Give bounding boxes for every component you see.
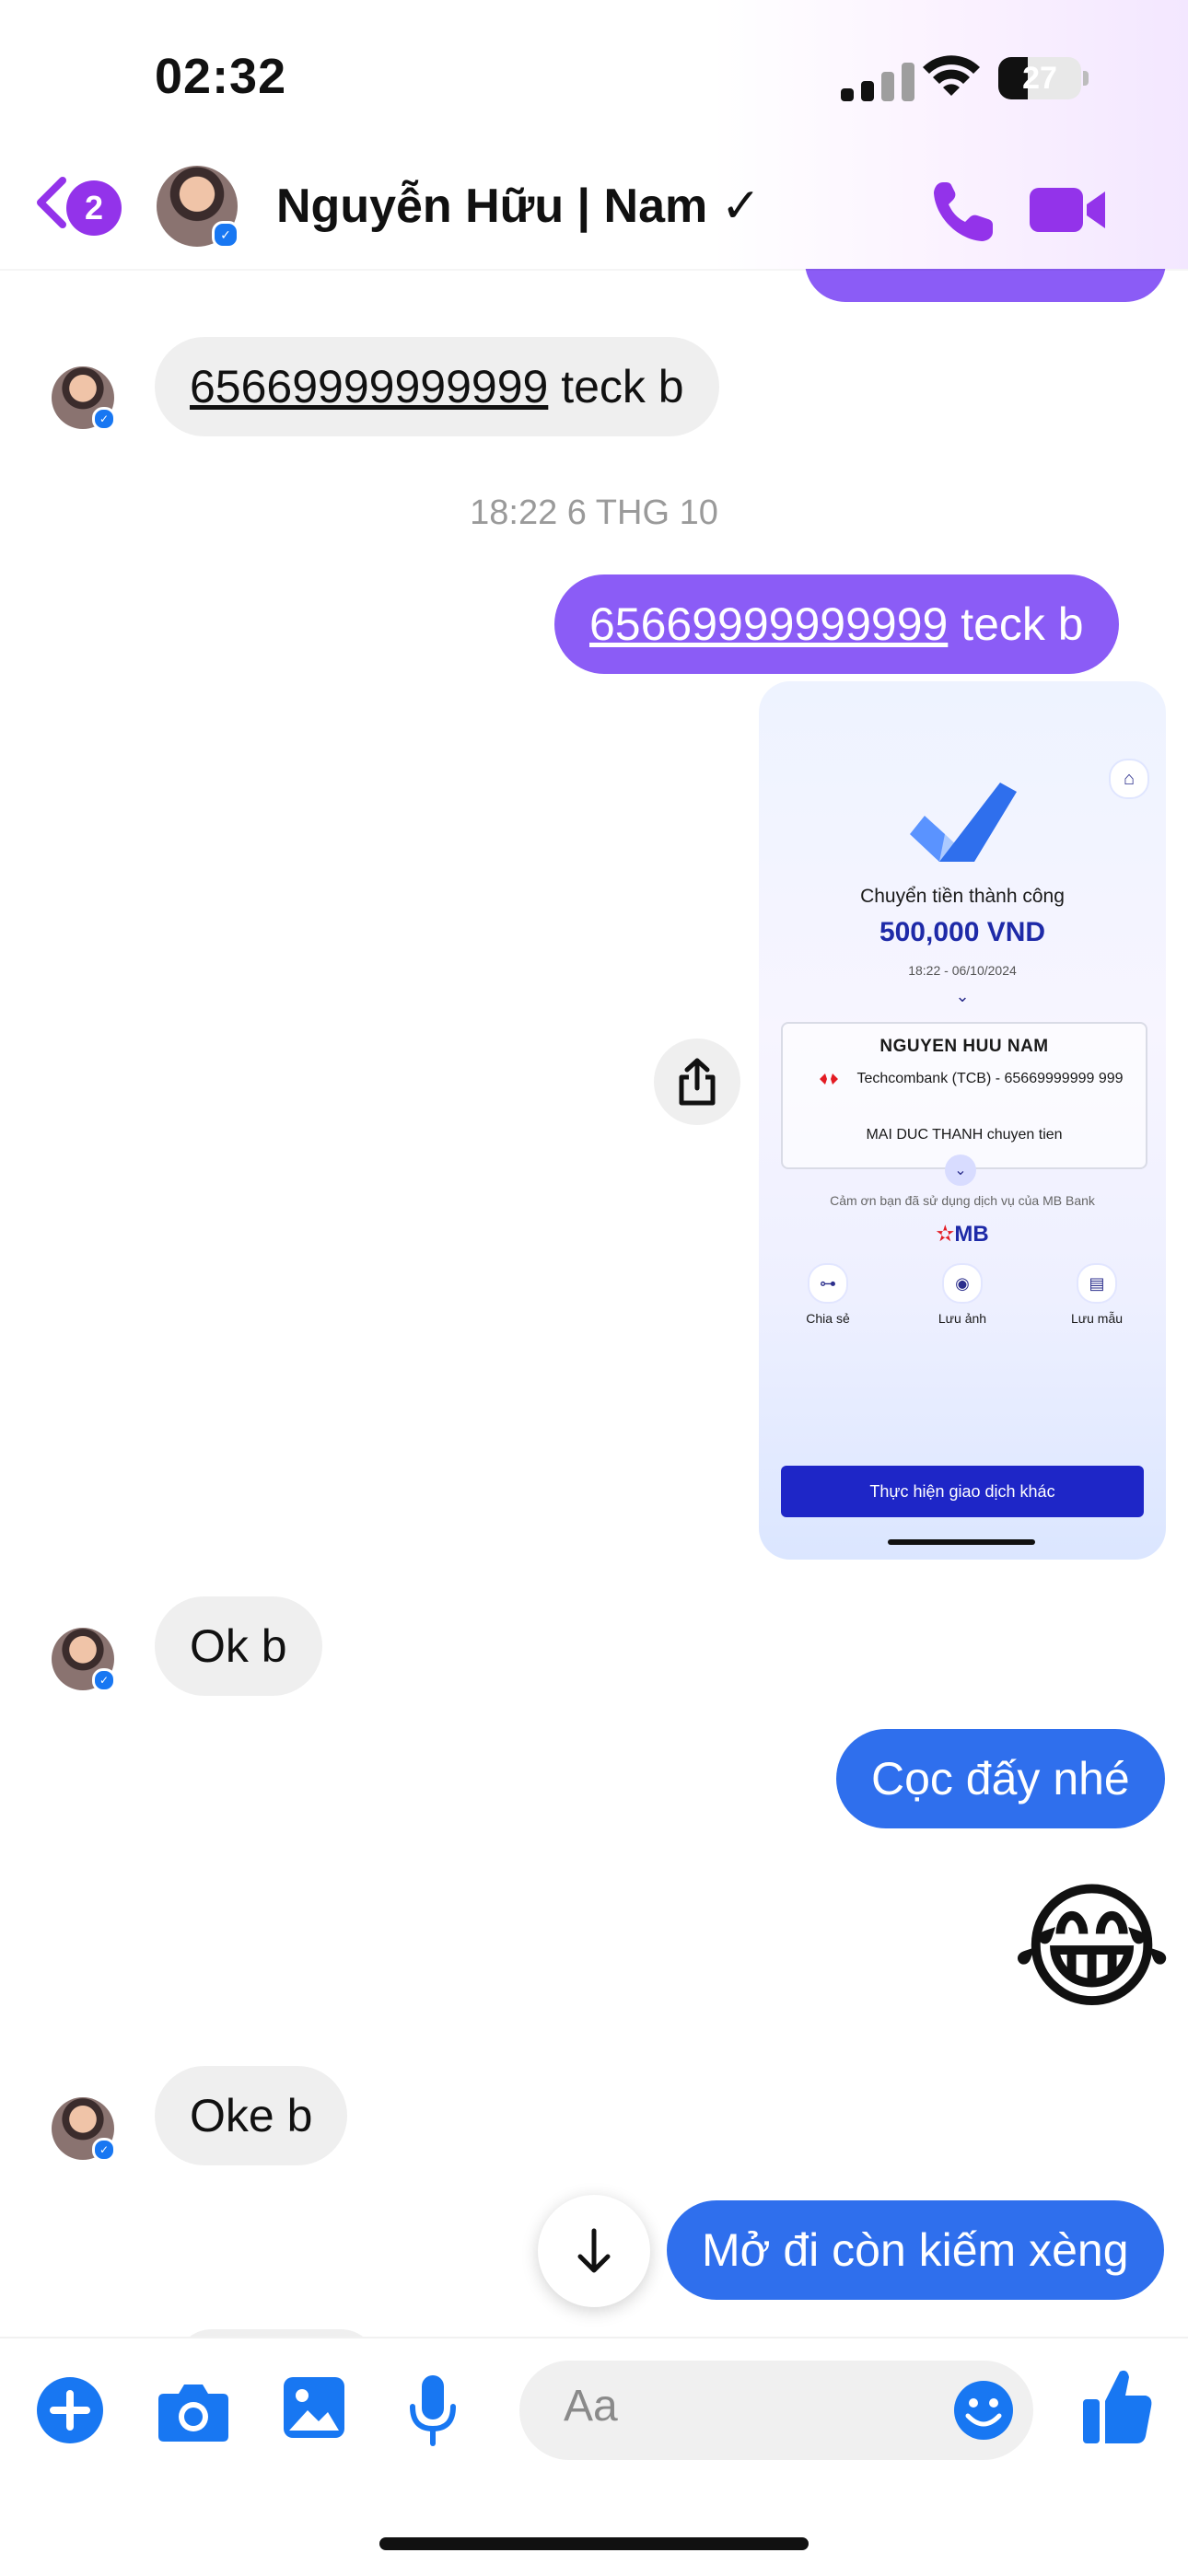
chevron-down-icon: ⌄ <box>955 987 970 1005</box>
emoji-smile-icon[interactable] <box>952 2379 1015 2442</box>
transfer-receipt-image[interactable]: ⌂ Chuyển tiền thành công 500,000 VND 18:… <box>759 681 1166 1560</box>
checkmark-icon <box>910 783 1017 862</box>
transfer-description: MAI DUC THANH chuyen tien <box>866 1127 1063 1143</box>
unread-count-badge[interactable]: 2 <box>66 180 122 236</box>
account-number-link[interactable]: 65669999999999 <box>190 361 548 412</box>
cellular-signal-icon <box>841 63 922 101</box>
receipt-amount: 500,000 VND <box>879 917 1046 947</box>
phone-icon[interactable] <box>928 177 998 247</box>
plus-icon[interactable] <box>35 2375 105 2445</box>
receipt-thanks: Cảm ơn bạn đã sử dụng dịch vụ của MB Ban… <box>830 1193 1095 1208</box>
thumbs-up-icon[interactable] <box>1079 2364 1155 2447</box>
recipient-card: NGUYEN HUU NAM Techcombank (TCB) - 65669… <box>781 1022 1147 1169</box>
verified-badge-icon: ✓ <box>92 2138 116 2162</box>
share-nodes-icon: ⊶ <box>808 1263 848 1304</box>
verified-badge-icon: ✓ <box>212 221 239 249</box>
receipt-home-indicator <box>888 1539 1035 1545</box>
scroll-to-bottom-button[interactable] <box>538 2195 650 2307</box>
battery-cap <box>1083 71 1089 86</box>
wifi-icon <box>923 55 980 96</box>
share-icon <box>679 1058 716 1106</box>
gallery-icon[interactable] <box>282 2375 346 2440</box>
receipt-title: Chuyển tiền thành công <box>860 886 1065 907</box>
back-chevron-icon[interactable] <box>33 175 70 230</box>
message-text: teck b <box>548 361 684 412</box>
receipt-action-save-template: ▤ Lưu mẫu <box>1046 1263 1147 1326</box>
outgoing-message[interactable]: 65669999999999 teck b <box>554 574 1119 674</box>
status-time: 02:32 <box>155 49 287 104</box>
microphone-icon[interactable] <box>407 2372 459 2449</box>
incoming-message[interactable]: 65669999999999 teck b <box>155 337 719 436</box>
contact-name[interactable]: Nguyễn Hữu | Nam ✓ <box>276 179 761 234</box>
mb-bank-logo: ✫MB <box>936 1222 989 1247</box>
battery-percent: 27 <box>1022 61 1057 96</box>
message-input-placeholder: Aa <box>564 2382 618 2431</box>
receipt-new-transaction-button: Thực hiện giao dịch khác <box>781 1466 1144 1517</box>
incoming-message[interactable]: Ok b <box>155 1596 322 1696</box>
chat-timestamp: 18:22 6 THG 10 <box>470 493 718 532</box>
camera-icon[interactable] <box>157 2377 230 2443</box>
share-button[interactable] <box>654 1039 740 1125</box>
expand-chevron-icon: ⌄ <box>945 1155 976 1186</box>
receipt-action-save-image: ◉ Lưu ảnh <box>912 1263 1013 1326</box>
outgoing-message[interactable]: Cọc đấy nhé <box>836 1729 1165 1828</box>
recipient-bank: Techcombank (TCB) - 65669999999 999 <box>856 1071 1124 1086</box>
verified-badge-icon: ✓ <box>92 1668 116 1692</box>
incoming-message[interactable]: Oke b <box>155 2066 348 2165</box>
receipt-action-share: ⊶ Chia sẻ <box>777 1263 879 1326</box>
camera-icon: ◉ <box>942 1263 983 1304</box>
techcombank-logo-icon <box>820 1073 838 1085</box>
verified-badge-icon: ✓ <box>92 407 116 431</box>
home-indicator <box>379 2537 809 2550</box>
arrow-down-icon <box>577 2228 611 2273</box>
recipient-name: NGUYEN HUU NAM <box>879 1037 1049 1056</box>
outgoing-message[interactable]: Mở đi còn kiếm xèng <box>667 2200 1164 2300</box>
account-number-link[interactable]: 65669999999999 <box>589 598 948 650</box>
conversation-header: 02:32 27 2 ✓ Nguyễn Hữu | Nam ✓ <box>0 0 1188 269</box>
message-text: teck b <box>948 598 1084 650</box>
battery-indicator: 27 <box>998 57 1081 99</box>
receipt-datetime: 18:22 - 06/10/2024 <box>908 963 1017 978</box>
laughing-emoji-message[interactable]: 😂 <box>1011 1878 1172 2016</box>
document-icon: ▤ <box>1077 1263 1117 1304</box>
home-icon: ⌂ <box>1109 759 1149 799</box>
video-camera-icon[interactable] <box>1028 180 1109 239</box>
